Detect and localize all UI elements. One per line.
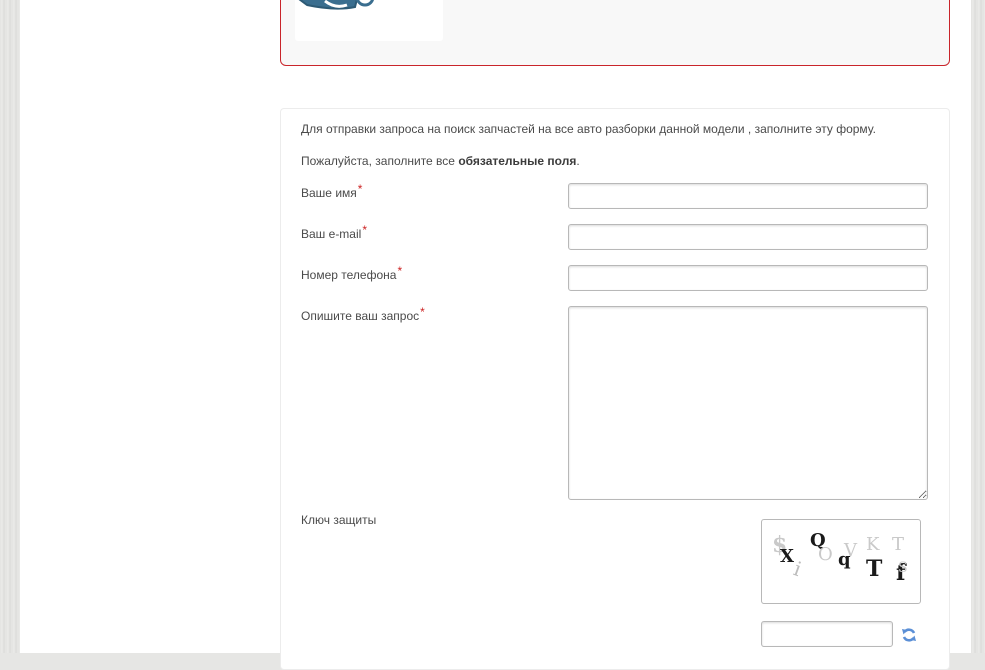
form-intro-text: Для отправки запроса на поиск запчастей … bbox=[301, 122, 876, 136]
phone-label-text: Номер телефона bbox=[301, 268, 397, 282]
svg-text:K: K bbox=[866, 534, 880, 555]
svg-text:X: X bbox=[780, 546, 794, 567]
required-note-bold: обязательные поля bbox=[458, 154, 577, 168]
page-content: Для отправки запроса на поиск запчастей … bbox=[20, 0, 971, 670]
refresh-icon-graphic bbox=[902, 628, 916, 642]
svg-text:T: T bbox=[892, 534, 904, 555]
required-fields-note: Пожалуйста, заполните все обязательные п… bbox=[301, 154, 580, 168]
request-textarea[interactable] bbox=[568, 306, 928, 500]
email-label: Ваш e-mail* bbox=[301, 223, 367, 241]
request-label: Опишите ваш запрос* bbox=[301, 305, 425, 323]
phone-input[interactable] bbox=[568, 265, 928, 291]
captcha-label: Ключ защиты bbox=[301, 513, 377, 527]
name-input[interactable] bbox=[568, 183, 928, 209]
required-mark: * bbox=[357, 182, 363, 196]
svg-text:V: V bbox=[843, 540, 858, 561]
required-mark: * bbox=[362, 223, 367, 237]
name-label-text: Ваше имя bbox=[301, 186, 357, 200]
name-label: Ваше имя* bbox=[301, 182, 362, 200]
car-logo bbox=[295, 0, 443, 41]
refresh-icon[interactable] bbox=[901, 627, 917, 643]
vehicle-info-panel bbox=[280, 0, 950, 66]
captcha-glyphs: $ X i Q O q V K T T f S bbox=[772, 530, 908, 586]
required-mark: * bbox=[420, 305, 425, 319]
phone-label: Номер телефона* bbox=[301, 264, 402, 282]
captcha-image: $ X i Q O q V K T T f S bbox=[761, 519, 921, 604]
svg-text:O: O bbox=[818, 544, 833, 565]
car-logo-icon bbox=[298, 0, 375, 10]
svg-text:S: S bbox=[898, 560, 908, 576]
captcha-input[interactable] bbox=[761, 621, 893, 647]
required-note-suffix: . bbox=[576, 154, 580, 168]
email-label-text: Ваш e-mail bbox=[301, 227, 362, 241]
email-input[interactable] bbox=[568, 224, 928, 250]
request-label-text: Опишите ваш запрос bbox=[301, 309, 420, 323]
required-mark: * bbox=[397, 264, 403, 278]
svg-text:T: T bbox=[866, 556, 883, 582]
page-background-left bbox=[0, 0, 20, 653]
request-form: Для отправки запроса на поиск запчастей … bbox=[280, 108, 950, 670]
page-background-right bbox=[971, 0, 985, 653]
required-note-prefix: Пожалуйста, заполните все bbox=[301, 154, 459, 168]
